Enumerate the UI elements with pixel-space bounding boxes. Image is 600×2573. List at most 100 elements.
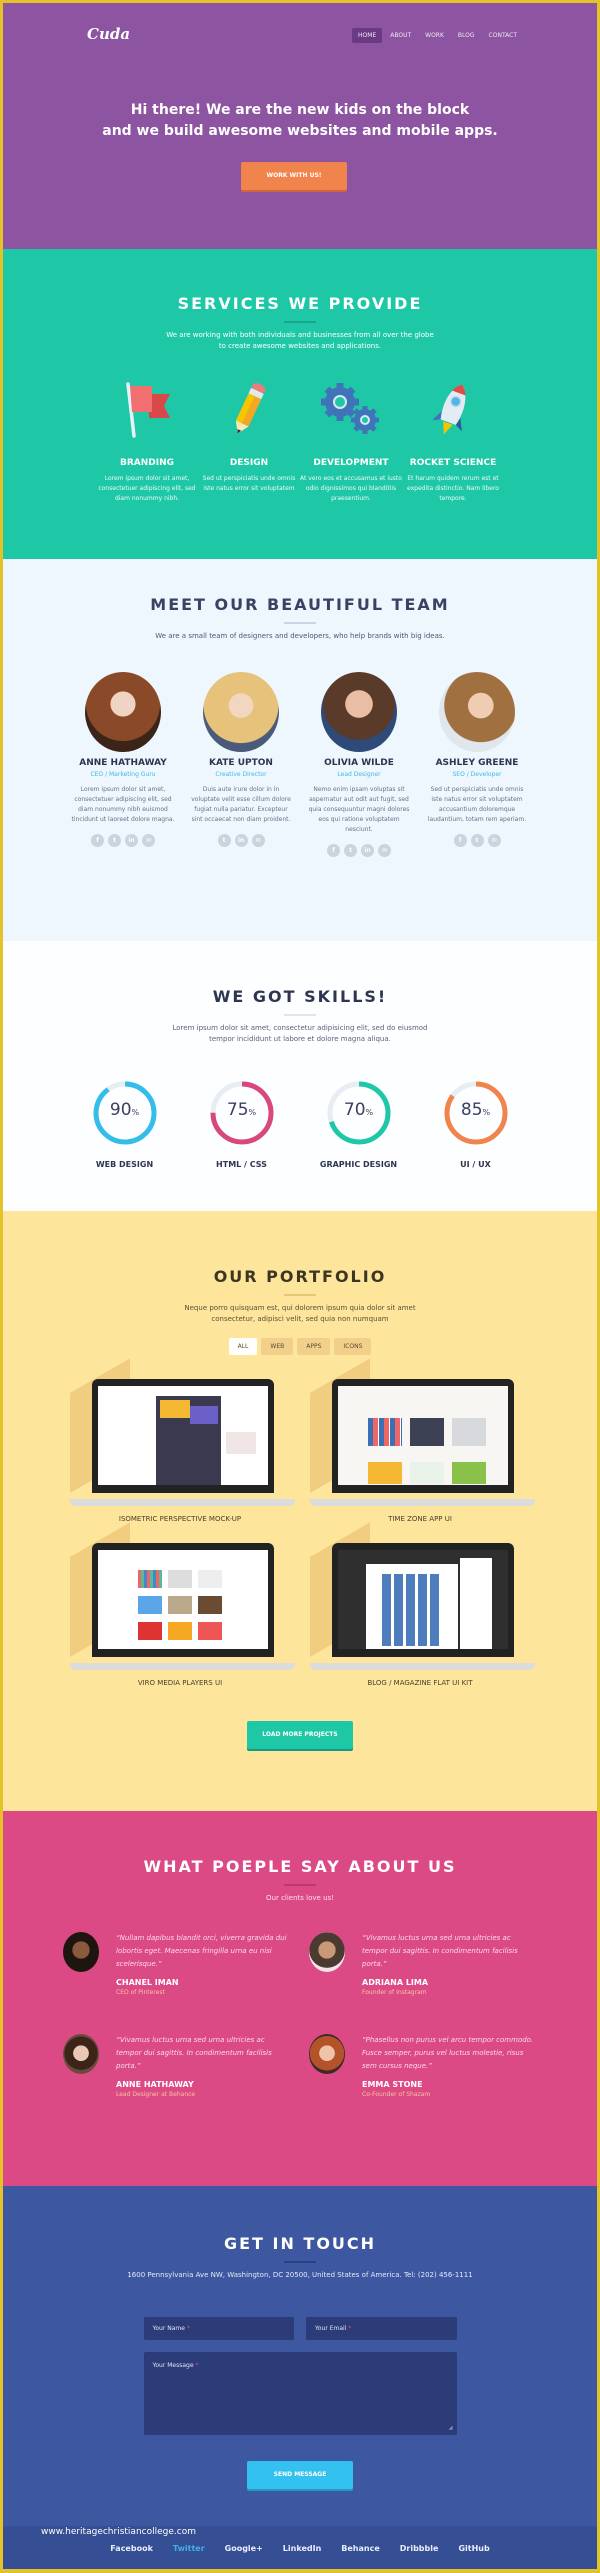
footer-link-dribbble[interactable]: Dribbble bbox=[400, 2544, 439, 2553]
divider bbox=[284, 321, 316, 323]
email-icon[interactable]: ✉ bbox=[142, 834, 155, 847]
pencil-icon bbox=[198, 380, 300, 438]
nav-work[interactable]: WORK bbox=[419, 28, 450, 43]
skill-label: WEB DESIGN bbox=[95, 1160, 154, 1169]
service-item: BRANDING Lorem ipsum dolor sit amet, con… bbox=[96, 380, 198, 504]
portfolio-item[interactable]: ISOMETRIC PERSPECTIVE MOCK-UP bbox=[60, 1358, 300, 1523]
twitter-icon[interactable]: t bbox=[344, 844, 357, 857]
email-icon[interactable]: ✉ bbox=[487, 834, 501, 847]
avatar bbox=[203, 672, 279, 752]
resize-handle-icon[interactable]: ◢ bbox=[449, 2425, 453, 2431]
portfolio-filters: ALL WEB APPS ICONS bbox=[3, 1338, 597, 1355]
linkedin-icon[interactable]: in bbox=[361, 844, 374, 857]
facebook-icon[interactable]: f bbox=[453, 834, 467, 847]
divider bbox=[284, 1294, 316, 1296]
testimonial-name: EMMA STONE bbox=[362, 2080, 423, 2089]
testimonials-section: WHAT POEPLE SAY ABOUT US Our clients lov… bbox=[3, 1811, 597, 2186]
portfolio-caption: ISOMETRIC PERSPECTIVE MOCK-UP bbox=[118, 1515, 242, 1523]
service-title: DEVELOPMENT bbox=[313, 458, 389, 468]
portfolio-item[interactable]: VIRO MEDIA PLAYERS UI bbox=[60, 1522, 300, 1687]
divider bbox=[284, 1884, 316, 1886]
footer-link-behance[interactable]: Behance bbox=[341, 2544, 379, 2553]
footer-links: Facebook Twitter Google+ LinkedIn Behanc… bbox=[3, 2544, 597, 2553]
twitter-icon[interactable]: t bbox=[217, 834, 231, 847]
gears-icon bbox=[300, 380, 402, 438]
name-input[interactable]: Your Name * bbox=[143, 2317, 294, 2340]
portfolio-item[interactable]: TIME ZONE APP UI bbox=[300, 1358, 540, 1523]
linkedin-icon[interactable]: in bbox=[125, 834, 138, 847]
filter-apps[interactable]: APPS bbox=[297, 1338, 331, 1355]
skill-percent: 70% bbox=[343, 1100, 374, 1120]
flag-icon bbox=[96, 380, 198, 438]
portfolio-caption: TIME ZONE APP UI bbox=[388, 1515, 452, 1523]
facebook-icon[interactable]: f bbox=[91, 834, 104, 847]
member-bio: Duis aute irure dolor in in voluptate ve… bbox=[191, 786, 291, 823]
hero-line-2: and we build awesome websites and mobile… bbox=[102, 123, 498, 139]
nav-contact[interactable]: CONTACT bbox=[483, 28, 523, 43]
service-text: Lorem ipsum dolor sit amet, consectetuer… bbox=[98, 475, 196, 502]
team-subtitle: We are a small team of designers and dev… bbox=[155, 632, 445, 640]
top-nav: Cuda HOME ABOUT WORK BLOG CONTACT bbox=[3, 25, 597, 45]
footer: www.heritagechristiancollege.com Faceboo… bbox=[3, 2526, 597, 2569]
skills-title: WE GOT SKILLS! bbox=[212, 987, 388, 1006]
portfolio-item[interactable]: BLOG / MAGAZINE FLAT UI KIT bbox=[300, 1522, 540, 1687]
skill-ring: 90% bbox=[91, 1079, 159, 1147]
nav-blog[interactable]: BLOG bbox=[452, 28, 481, 43]
service-item: ROCKET SCIENCE Et harum quidem rerum est… bbox=[402, 380, 504, 504]
filter-web[interactable]: WEB bbox=[261, 1338, 294, 1355]
nav-about[interactable]: ABOUT bbox=[384, 28, 417, 43]
team-member: ANNE HATHAWAY CEO / Marketing Guru Lorem… bbox=[71, 672, 175, 857]
testimonial: “Vivamus luctus urna sed urna ultricies … bbox=[309, 1932, 537, 1996]
skill-percent: 75% bbox=[226, 1100, 257, 1120]
team-member: KATE UPTON Creative Director Duis aute i… bbox=[189, 672, 293, 857]
hero-section: Cuda HOME ABOUT WORK BLOG CONTACT Hi the… bbox=[3, 3, 597, 249]
watermark: www.heritagechristiancollege.com bbox=[41, 2527, 196, 2537]
twitter-icon[interactable]: t bbox=[470, 834, 484, 847]
footer-link-linkedin[interactable]: LinkedIn bbox=[283, 2544, 321, 2553]
portfolio-section: OUR PORTFOLIO Neque porro quisquam est, … bbox=[3, 1211, 597, 1811]
email-icon[interactable]: ✉ bbox=[251, 834, 265, 847]
skill-ring: 75% bbox=[208, 1079, 276, 1147]
twitter-icon[interactable]: t bbox=[108, 834, 121, 847]
nav-menu: HOME ABOUT WORK BLOG CONTACT bbox=[352, 28, 523, 43]
send-message-button[interactable]: SEND MESSAGE bbox=[247, 2461, 353, 2489]
skills-section: WE GOT SKILLS! Lorem ipsum dolor sit ame… bbox=[3, 941, 597, 1211]
member-role: Lead Designer bbox=[337, 771, 381, 778]
laptop-mockup bbox=[310, 1522, 535, 1670]
testimonial-quote: “Vivamus luctus urna sed urna ultricies … bbox=[362, 1934, 518, 1968]
service-title: ROCKET SCIENCE bbox=[409, 458, 497, 468]
avatar bbox=[63, 2034, 99, 2074]
email-icon[interactable]: ✉ bbox=[378, 844, 391, 857]
testimonials-title: WHAT POEPLE SAY ABOUT US bbox=[143, 1857, 457, 1876]
nav-home[interactable]: HOME bbox=[352, 28, 383, 43]
portfolio-caption: VIRO MEDIA PLAYERS UI bbox=[137, 1679, 223, 1687]
logo[interactable]: Cuda bbox=[87, 25, 130, 43]
service-text: Sed ut perspiciatis unde omnis iste natu… bbox=[202, 475, 296, 492]
footer-link-googleplus[interactable]: Google+ bbox=[225, 2544, 263, 2553]
member-bio: Sed ut perspiciatis unde omnis iste natu… bbox=[427, 786, 527, 823]
avatar bbox=[321, 672, 397, 752]
footer-link-github[interactable]: GitHub bbox=[458, 2544, 489, 2553]
services-section: SERVICES WE PROVIDE We are working with … bbox=[3, 249, 597, 559]
services-title: SERVICES WE PROVIDE bbox=[177, 294, 423, 313]
filter-icons[interactable]: ICONS bbox=[334, 1338, 372, 1355]
avatar bbox=[63, 1932, 99, 1972]
work-with-us-button[interactable]: WORK WITH US! bbox=[241, 162, 347, 190]
portfolio-caption: BLOG / MAGAZINE FLAT UI KIT bbox=[367, 1679, 473, 1687]
linkedin-icon[interactable]: in bbox=[234, 834, 248, 847]
hero-headline: Hi there! We are the new kids on the blo… bbox=[3, 100, 597, 142]
message-textarea[interactable]: Your Message * ◢ bbox=[143, 2352, 457, 2435]
testimonial-role: Lead Designer at Behance bbox=[116, 2091, 196, 2098]
member-bio: Nemo enim ipsam voluptas sit aspernatur … bbox=[308, 786, 410, 833]
service-text: Et harum quidem rerum est et expedita di… bbox=[407, 475, 499, 502]
filter-all[interactable]: ALL bbox=[228, 1338, 258, 1355]
email-input[interactable]: Your Email * bbox=[306, 2317, 457, 2340]
member-name: KATE UPTON bbox=[209, 758, 273, 768]
testimonials-subtitle: Our clients love us! bbox=[266, 1894, 334, 1902]
facebook-icon[interactable]: f bbox=[327, 844, 340, 857]
footer-link-twitter[interactable]: Twitter bbox=[173, 2544, 205, 2553]
load-more-button[interactable]: LOAD MORE PROJECTS bbox=[247, 1721, 353, 1749]
hero-line-1: Hi there! We are the new kids on the blo… bbox=[130, 102, 470, 118]
rocket-icon bbox=[402, 380, 504, 438]
footer-link-facebook[interactable]: Facebook bbox=[110, 2544, 153, 2553]
